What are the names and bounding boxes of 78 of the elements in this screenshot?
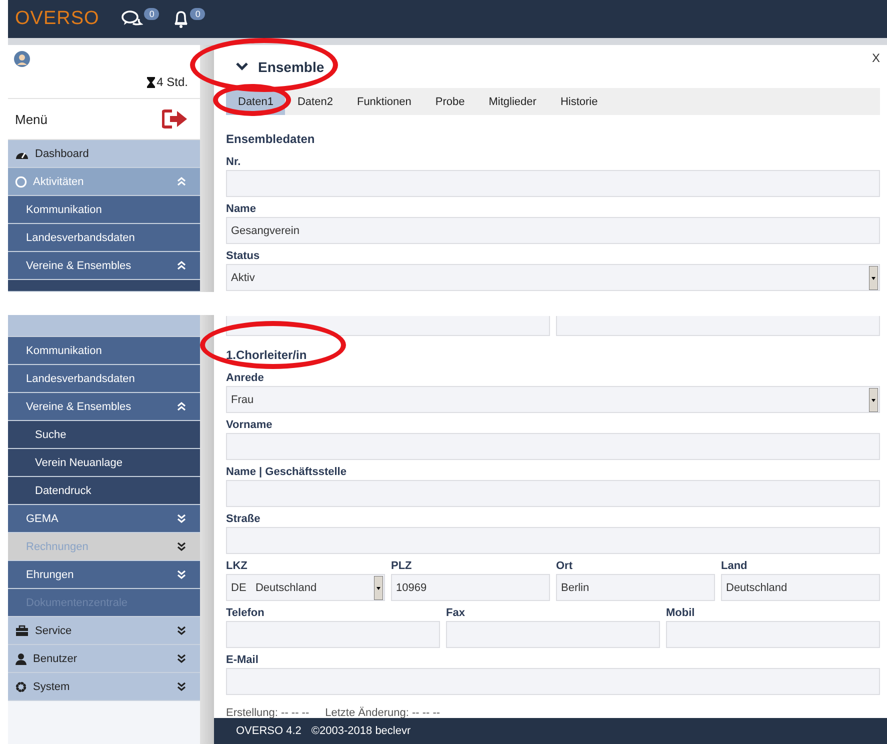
menu-item[interactable]: Benutzer	[8, 645, 200, 673]
field-label: Anrede	[226, 371, 265, 386]
tab[interactable]: Funktionen	[344, 88, 424, 115]
field-label: PLZ	[391, 559, 413, 574]
hourglass-icon	[146, 76, 155, 88]
menu-item[interactable]: Service	[8, 617, 200, 645]
field-label: Name | Geschäftsstelle	[226, 465, 348, 480]
section-heading: 1.Chorleiter/in	[226, 348, 308, 362]
menu-label: Menü	[15, 112, 48, 127]
tab[interactable]: Daten2	[285, 88, 345, 115]
input-field[interactable]	[226, 668, 880, 695]
select-field[interactable]: Frau	[226, 386, 880, 413]
dropdown-caret-icon	[869, 266, 878, 290]
menu-item[interactable]: Suche	[8, 421, 200, 449]
field-label: Status	[226, 249, 261, 264]
field-label: Vorname	[226, 418, 274, 433]
field-label: Land	[721, 559, 748, 574]
menu-item[interactable]: System	[8, 673, 200, 701]
input-field[interactable]	[226, 480, 880, 507]
input-field[interactable]: 10969	[391, 574, 550, 601]
input-field[interactable]: Berlin	[556, 574, 715, 601]
menu-item[interactable]: GEMA	[8, 505, 200, 533]
menu-item[interactable]: Kommunikation	[8, 196, 200, 224]
menu-item[interactable]: Datendruck	[8, 477, 200, 505]
field-label: Straße	[226, 512, 262, 527]
briefcase-icon	[15, 624, 29, 636]
field-label: E-Mail	[226, 653, 260, 668]
menu-item[interactable]: Vereine & Ensembles	[8, 252, 200, 280]
input-field[interactable]	[226, 170, 880, 197]
input-field[interactable]	[226, 316, 550, 336]
avatar-icon	[14, 51, 30, 67]
input-field[interactable]	[226, 433, 880, 460]
close-button[interactable]: X	[872, 51, 880, 65]
tab[interactable]: Historie	[548, 88, 610, 115]
chat-icon[interactable]	[121, 10, 144, 28]
tab[interactable]: Mitglieder	[476, 88, 548, 115]
dropdown-caret-icon	[869, 388, 878, 412]
dropdown-caret-icon	[374, 576, 383, 600]
field-label: Nr.	[226, 155, 242, 170]
circle-icon	[15, 176, 27, 188]
logout-icon[interactable]	[162, 109, 188, 130]
input-field[interactable]	[666, 621, 880, 648]
session-time: 4 Std.	[156, 75, 188, 89]
tab[interactable]: Probe	[423, 88, 477, 115]
chevron-down-icon[interactable]	[236, 62, 248, 71]
field-label: Name	[226, 202, 257, 217]
chat-count-badge: 0	[144, 8, 160, 20]
input-field[interactable]	[556, 316, 880, 336]
field-label: Mobil	[666, 606, 696, 621]
created-info: Erstellung: -- -- --	[226, 707, 310, 718]
input-field[interactable]	[446, 621, 660, 648]
gear-icon	[15, 680, 27, 692]
notification-count-badge: 0	[190, 8, 206, 20]
input-field[interactable]: Gesangverein	[226, 217, 880, 244]
bell-icon[interactable]	[173, 10, 190, 28]
select-field[interactable]: Aktiv	[226, 264, 880, 291]
field-label: Ort	[556, 559, 574, 574]
copyright-text: ©2003-2018 beclevr	[311, 725, 411, 737]
menu-item[interactable]: Kommunikation	[8, 337, 200, 365]
field-label: Telefon	[226, 606, 266, 621]
menu-item[interactable]: Landesverbandsdaten	[8, 365, 200, 393]
field-label: Fax	[446, 606, 466, 621]
menu-item[interactable]: Dashboard	[8, 140, 200, 168]
panel-title: Ensemble	[258, 58, 324, 74]
section-heading: Ensembledaten	[226, 132, 316, 146]
app-logo: OVERSO	[15, 8, 100, 30]
menu-item[interactable]: Verein Neuanlage	[8, 449, 200, 477]
input-field[interactable]	[226, 527, 880, 554]
menu-item[interactable]: Ehrungen	[8, 561, 200, 589]
modified-info: Letzte Änderung: -- -- --	[325, 707, 440, 718]
menu-item[interactable]: Vereine & Ensembles	[8, 393, 200, 421]
field-label: LKZ	[226, 559, 248, 574]
menu-item[interactable]: Landesverbandsdaten	[8, 224, 200, 252]
person-icon	[15, 652, 27, 664]
version-text: OVERSO 4.2	[236, 725, 302, 737]
select-field[interactable]: DE Deutschland	[226, 574, 385, 601]
input-field[interactable]	[226, 621, 440, 648]
input-field[interactable]: Deutschland	[721, 574, 880, 601]
